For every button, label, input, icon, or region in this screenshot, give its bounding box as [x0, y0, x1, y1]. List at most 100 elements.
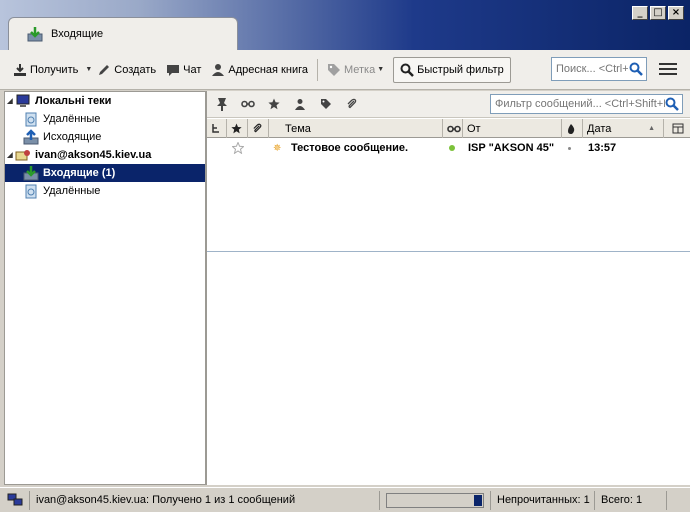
message-date: 13:57 [588, 142, 617, 154]
tag-icon [327, 63, 340, 76]
folder-pane: ◢ Локальні теки Удалённые Исходящие ◢ iv… [4, 91, 206, 485]
inbox-icon [23, 166, 39, 181]
tag-icon [321, 99, 331, 109]
search-icon[interactable] [665, 97, 679, 111]
folder-label: Локальні теки [35, 95, 112, 107]
glasses-icon [447, 125, 461, 132]
column-subject[interactable]: Тема [269, 119, 443, 138]
column-junk[interactable] [562, 119, 583, 138]
column-attachment[interactable] [248, 119, 269, 138]
progress-fill [474, 494, 482, 506]
person-icon [295, 99, 305, 110]
status-message: ivan@akson45.kiev.ua: Получено 1 из 1 со… [30, 490, 380, 510]
folder-label: ivan@akson45.kiev.ua [35, 149, 152, 161]
network-icon [7, 493, 22, 506]
column-thread[interactable] [207, 119, 227, 138]
write-button[interactable]: Создать [92, 57, 161, 83]
column-subject-label: Тема [285, 122, 311, 135]
pencil-icon [99, 64, 110, 75]
quick-filter-bar [207, 91, 690, 118]
collapse-icon[interactable]: ◢ [5, 97, 15, 105]
column-headers: Тема От Дата ▲ [207, 119, 690, 138]
write-label: Создать [114, 63, 157, 76]
offline-status[interactable] [0, 490, 30, 510]
quick-filter-label: Быстрый фильтр [417, 63, 504, 76]
column-read-status[interactable] [443, 119, 463, 138]
computer-icon [16, 94, 30, 107]
tab-label: Входящие [51, 28, 104, 40]
pin-filter-button[interactable] [213, 96, 231, 112]
search-input[interactable] [556, 63, 628, 75]
message-from: ISP "AKSON 45" [468, 142, 555, 154]
folder-inbox[interactable]: Входящие (1) [5, 164, 205, 182]
pin-icon [217, 98, 227, 111]
inbox-icon [27, 27, 43, 42]
collapse-icon[interactable]: ◢ [5, 151, 15, 159]
glasses-icon [241, 100, 255, 108]
filter-contacts-button[interactable] [239, 96, 257, 112]
maximize-button[interactable]: □ [650, 6, 666, 20]
person-icon [212, 63, 225, 76]
column-date-label: Дата [587, 122, 612, 135]
tag-label: Метка [343, 63, 376, 76]
folder-local-folders[interactable]: ◢ Локальні теки [5, 92, 205, 110]
toolbar-separator [316, 58, 318, 81]
chat-label: Чат [183, 63, 202, 76]
star-toggle[interactable] [230, 139, 246, 157]
junk-status-dot[interactable] [568, 139, 578, 157]
window-controls: _ □ × [632, 6, 684, 20]
column-starred[interactable] [227, 119, 248, 138]
unread-dot-icon[interactable] [449, 139, 459, 157]
get-mail-dropdown-icon[interactable]: ▼ [85, 66, 92, 73]
folder-account[interactable]: ◢ ivan@akson45.kiev.ua [5, 146, 205, 164]
quick-filter-button[interactable]: Быстрый фильтр [393, 56, 511, 83]
folder-label: Удалённые [43, 113, 101, 125]
message-filter-input[interactable] [495, 98, 665, 110]
progress-bar [386, 492, 484, 508]
folder-label: Удалённые [43, 185, 101, 197]
minimize-button[interactable]: _ [632, 6, 648, 20]
search-field[interactable] [551, 57, 647, 81]
magnifier-icon [400, 63, 415, 77]
search-icon[interactable] [629, 62, 643, 76]
star-outline-icon [232, 142, 244, 154]
message-pane-splitter[interactable] [207, 251, 690, 252]
folder-trash-local[interactable]: Удалённые [5, 110, 205, 128]
star-icon [268, 98, 280, 110]
filter-tags-button[interactable] [317, 96, 335, 112]
message-filter-field[interactable] [490, 94, 683, 114]
new-message-icon: ✵ [273, 142, 282, 154]
unread-count: Непрочитанных: 1 [490, 490, 595, 510]
paperclip-icon [347, 98, 357, 109]
sort-ascending-icon: ▲ [648, 125, 655, 132]
tag-button[interactable]: Метка ▼ [322, 57, 389, 83]
column-picker[interactable] [664, 119, 690, 138]
account-icon [15, 150, 30, 161]
folder-label: Входящие (1) [43, 167, 116, 179]
column-from[interactable]: От [463, 119, 562, 138]
close-button[interactable]: × [668, 6, 684, 20]
message-subject: Тестовое сообщение. [291, 142, 409, 154]
status-bar: ivan@akson45.kiev.ua: Получено 1 из 1 со… [0, 487, 690, 512]
paperclip-icon [253, 123, 262, 133]
address-book-button[interactable]: Адресная книга [206, 57, 313, 83]
folder-outbox[interactable]: Исходящие [5, 128, 205, 146]
total-count: Всего: 1 [595, 490, 667, 510]
message-row[interactable]: ✵ Тестовое сообщение. ISP "AKSON 45" 13:… [207, 139, 690, 157]
get-mail-label: Получить [30, 63, 79, 76]
tag-dropdown-icon: ▼ [377, 66, 385, 73]
app-menu-button[interactable] [659, 63, 677, 77]
filter-starred-button[interactable] [265, 96, 283, 112]
folder-trash-account[interactable]: Удалённые [5, 182, 205, 200]
chat-bubble-icon [167, 64, 180, 76]
get-mail-button[interactable]: Получить [8, 57, 83, 83]
filter-contact-button[interactable] [291, 96, 309, 112]
filter-attachment-button[interactable] [343, 96, 361, 112]
tab-inbox[interactable]: Входящие [8, 17, 238, 50]
message-pane: Тема От Дата ▲ [206, 91, 690, 485]
column-picker-icon [672, 123, 683, 133]
outbox-icon [23, 129, 39, 145]
address-book-label: Адресная книга [228, 63, 308, 76]
chat-button[interactable]: Чат [161, 57, 206, 83]
column-date[interactable]: Дата ▲ [583, 119, 664, 138]
